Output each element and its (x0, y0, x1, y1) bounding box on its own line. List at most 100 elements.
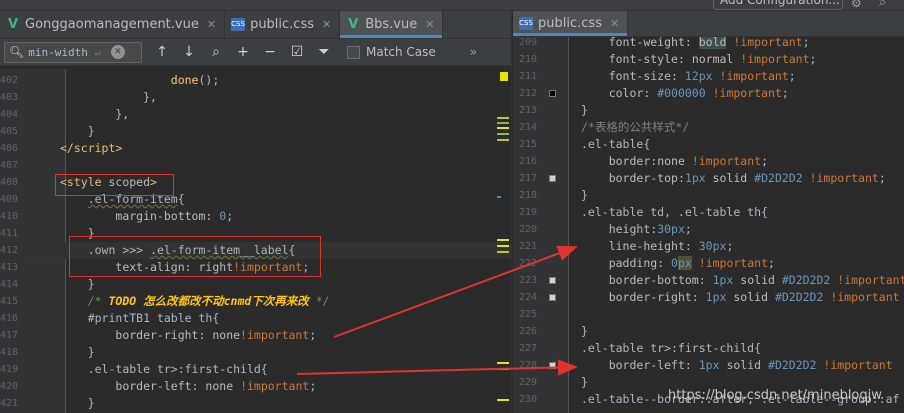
code-line[interactable]: 216 border:none !important; (513, 153, 904, 170)
code-text: color: #000000 !important; (608, 86, 789, 100)
close-icon[interactable]: ✕ (425, 18, 434, 31)
code-line[interactable]: 215 .el-table{ (513, 136, 904, 153)
occurrence-marker[interactable] (497, 251, 509, 253)
code-line[interactable]: 218} (513, 187, 904, 204)
code-text: height:30px; (608, 222, 692, 236)
add-selection-icon[interactable]: + (236, 44, 250, 60)
tab-bbs-vue[interactable]: V Bbs.vue ✕ (340, 11, 444, 38)
color-swatch-icon[interactable] (549, 175, 556, 182)
code-line[interactable]: 222 padding: 0px !important; (513, 255, 904, 272)
color-swatch-icon[interactable] (549, 90, 556, 97)
code-line[interactable]: 405 } (0, 123, 512, 140)
code-line[interactable]: 223 border-bottom: 1px solid #D2D2D2 !im… (513, 272, 904, 289)
next-occurrence-icon[interactable]: ↓ (182, 44, 196, 60)
close-icon[interactable]: ✕ (610, 17, 619, 30)
filter-icon[interactable]: ⏷ (317, 44, 331, 60)
occurrence-marker[interactable] (497, 139, 509, 141)
occurrence-marker[interactable] (497, 127, 509, 129)
line-number: 228 (519, 360, 538, 371)
code-line[interactable]: 219 .el-table td, .el-table th{ (513, 204, 904, 221)
code-text: border-top:1px solid #D2D2D2 !important; (608, 171, 886, 185)
find-all-icon[interactable]: ⌕ (209, 44, 223, 60)
code-line[interactable]: 210 font-style: normal !important; (513, 51, 904, 68)
code-line[interactable]: 211 font-size: 12px !important; (513, 68, 904, 85)
code-line[interactable]: 221 line-height: 30px; (513, 238, 904, 255)
code-line[interactable]: 225 (513, 306, 904, 323)
select-all-occurrences-icon[interactable]: ☑ (290, 44, 304, 60)
error-stripe[interactable] (495, 69, 512, 413)
tab-public-css-right[interactable]: CSS public.css ✕ (513, 11, 629, 36)
code-line[interactable]: 416 #printTB1 table th{ (0, 310, 512, 327)
code-line[interactable]: 407 (0, 157, 512, 174)
remove-selection-icon[interactable]: − (263, 44, 277, 60)
line-number: 416 (0, 313, 19, 324)
vue-file-icon: V (348, 17, 359, 32)
code-line[interactable]: 228 border-left: 1px solid #D2D2D2 !impo… (513, 357, 904, 374)
tab-label: public.css (250, 17, 315, 32)
code-line[interactable]: 406 </script> (0, 140, 512, 157)
code-line[interactable]: 224 border-right: 1px solid #D2D2D2 !imp… (513, 289, 904, 306)
more-options-icon[interactable]: » (470, 45, 477, 59)
tab-gonggaomanagement-vue[interactable]: V Gonggaomanagement.vue ✕ (0, 11, 226, 38)
code-line[interactable]: 226} (513, 323, 904, 340)
previous-occurrence-icon[interactable]: ↑ (155, 44, 169, 60)
code-line[interactable]: 213} (513, 102, 904, 119)
code-line[interactable]: 220 height:30px; (513, 221, 904, 238)
color-swatch-icon[interactable] (549, 294, 556, 301)
tab-label: Bbs.vue (365, 17, 418, 32)
code-line[interactable]: 212 color: #000000 !important; (513, 85, 904, 102)
code-line[interactable]: 403 }, (0, 89, 512, 106)
code-line[interactable]: 421 } (0, 395, 512, 412)
code-line[interactable]: 415 /* TODO 怎么改都改不动cnmd下次再来改 */ (0, 293, 512, 310)
search-input[interactable] (28, 45, 93, 59)
gear-icon[interactable]: ⚙ (851, 0, 862, 10)
code-line[interactable]: 402 done(); (0, 72, 512, 89)
occurrence-marker[interactable] (497, 245, 509, 247)
code-line[interactable]: 214 /*表格的公共样式*/ (513, 119, 904, 136)
occurrence-marker[interactable] (497, 196, 501, 198)
code-line[interactable]: 404 }, (0, 106, 512, 123)
code-text: #printTB1 table th{ (87, 311, 220, 325)
code-line[interactable]: 209 font-weight: bold !important; (513, 37, 904, 51)
match-case-checkbox[interactable] (347, 45, 360, 59)
close-icon[interactable]: ✕ (322, 18, 331, 31)
warning-marker[interactable] (500, 72, 508, 81)
search-icon[interactable]: ⌕ (879, 0, 886, 10)
find-bar: 🔍︎ ↵ ✕ ↑ ↓ ⌕ + − ☑ ⏷ Match Case » (0, 39, 511, 66)
tab-public-css[interactable]: CSS public.css ✕ (225, 11, 341, 38)
code-line[interactable]: 227 .el-table tr>:first-child{ (513, 340, 904, 357)
vue-file-icon: V (7, 17, 19, 32)
occurrence-marker[interactable] (497, 362, 509, 364)
match-case-label: Match Case (366, 45, 436, 59)
line-number: 415 (0, 296, 19, 307)
code-line[interactable]: 419 .el-table tr>:first-child{ (0, 361, 512, 378)
right-code-editor[interactable]: 209 font-weight: bold !important; 210 fon… (513, 37, 904, 413)
code-line[interactable]: 418 } (0, 344, 512, 361)
clear-search-icon[interactable]: ✕ (110, 45, 125, 59)
search-field[interactable]: 🔍︎ ↵ ✕ (4, 41, 142, 63)
code-line[interactable]: 417 border-right: none!important; (0, 327, 512, 344)
occurrence-marker[interactable] (497, 368, 509, 370)
occurrence-marker[interactable] (497, 117, 509, 119)
occurrence-marker[interactable] (497, 399, 509, 401)
close-icon[interactable]: ✕ (207, 18, 216, 31)
line-number: 411 (0, 228, 19, 239)
code-text: } (581, 103, 588, 117)
line-number: 408 (0, 177, 19, 188)
occurrence-marker[interactable] (497, 122, 509, 124)
code-line[interactable]: 410 margin-bottom: 0; (0, 208, 512, 225)
color-swatch-icon[interactable] (549, 362, 556, 369)
code-line[interactable]: 420 border-left: none !important; (0, 378, 512, 395)
occurrence-marker[interactable] (497, 239, 509, 241)
line-number: 221 (519, 241, 538, 252)
search-icon[interactable]: 🔍︎ (9, 45, 24, 59)
color-swatch-icon[interactable] (549, 277, 556, 284)
tab-label: Gonggaomanagement.vue (25, 17, 199, 32)
code-line[interactable]: 414 } (0, 276, 512, 293)
code-text: .el-table tr>:first-child{ (87, 362, 268, 376)
code-line[interactable]: 217 border-top:1px solid #D2D2D2 !import… (513, 170, 904, 187)
code-text: border-bottom: 1px solid #D2D2D2 !import… (608, 273, 904, 287)
css-file-icon: CSS (519, 17, 533, 30)
occurrence-marker[interactable] (497, 133, 509, 135)
run-configuration-button[interactable]: Add Configuration... (713, 0, 843, 10)
